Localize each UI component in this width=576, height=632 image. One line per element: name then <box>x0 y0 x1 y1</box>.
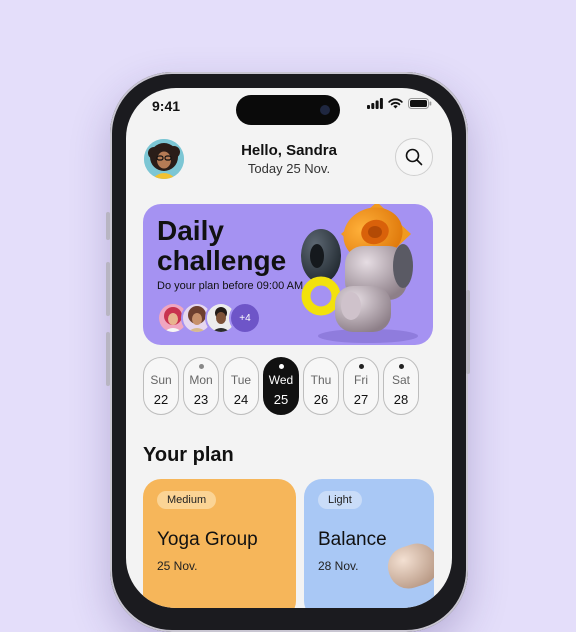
plan-card-balance[interactable]: Light Balance 28 Nov. <box>304 479 434 608</box>
phone-volume-down-button <box>106 332 110 386</box>
status-icons <box>367 98 432 109</box>
day-date: 27 <box>353 392 369 407</box>
section-title-your-plan: Your plan <box>143 444 234 466</box>
event-dot <box>398 364 404 369</box>
balance-3d-shape-illustration <box>387 543 434 589</box>
event-dot <box>198 364 204 369</box>
participant-avatars[interactable]: +4 <box>157 302 261 334</box>
day-name: Thu <box>310 373 332 387</box>
day-sun[interactable]: Sun 22 <box>143 357 179 415</box>
camera-icon <box>320 105 330 115</box>
day-fri[interactable]: Fri 27 <box>343 357 379 415</box>
day-date: 26 <box>313 392 329 407</box>
more-participants-badge: +4 <box>229 302 261 334</box>
signal-icon <box>367 98 383 109</box>
difficulty-tag: Medium <box>157 491 217 509</box>
plan-card-date: 28 Nov. <box>318 559 359 573</box>
day-tue[interactable]: Tue 24 <box>223 357 259 415</box>
dynamic-island <box>236 95 340 125</box>
day-thu[interactable]: Thu 26 <box>303 357 339 415</box>
day-date: 22 <box>153 392 169 407</box>
day-date: 25 <box>273 392 289 407</box>
day-name: Sun <box>150 373 172 387</box>
day-mon[interactable]: Mon 23 <box>183 357 219 415</box>
phone-power-button <box>466 290 470 374</box>
day-date: 24 <box>233 392 249 407</box>
phone-volume-up-button <box>106 262 110 316</box>
day-sat[interactable]: Sat 28 <box>383 357 419 415</box>
difficulty-tag: Light <box>318 491 362 509</box>
day-name: Sat <box>391 373 410 387</box>
phone-screen: 9:41 Hello, Sandra Today 25 Nov. Daily c… <box>126 88 452 608</box>
day-date: 23 <box>193 392 209 407</box>
plan-card-yoga-group[interactable]: Medium Yoga Group 25 Nov. <box>143 479 296 608</box>
day-name: Wed <box>268 373 294 387</box>
battery-icon <box>408 98 432 109</box>
challenge-subtitle: Do your plan before 09:00 AM <box>157 280 304 292</box>
day-wed-selected[interactable]: Wed 25 <box>263 357 299 415</box>
plan-card-title: Yoga Group <box>157 529 258 550</box>
phone-side-button <box>106 212 110 240</box>
challenge-3d-shapes-illustration <box>301 204 418 343</box>
search-button[interactable] <box>395 138 433 176</box>
event-dot <box>358 364 364 369</box>
search-icon <box>405 148 423 166</box>
day-name: Mon <box>189 373 213 387</box>
day-selector: Sun 22 Mon 23 Tue 24 Wed 25 Thu 26 Fri 2… <box>143 357 435 415</box>
daily-challenge-card[interactable]: Daily challenge Do your plan before 09:0… <box>143 204 433 345</box>
plan-card-title: Balance <box>318 529 387 550</box>
event-dot <box>278 364 284 369</box>
status-time: 9:41 <box>152 98 181 114</box>
day-date: 28 <box>393 392 409 407</box>
day-name: Fri <box>354 373 368 387</box>
day-name: Tue <box>230 373 252 387</box>
wifi-icon <box>388 98 403 109</box>
plan-card-date: 25 Nov. <box>157 559 198 573</box>
